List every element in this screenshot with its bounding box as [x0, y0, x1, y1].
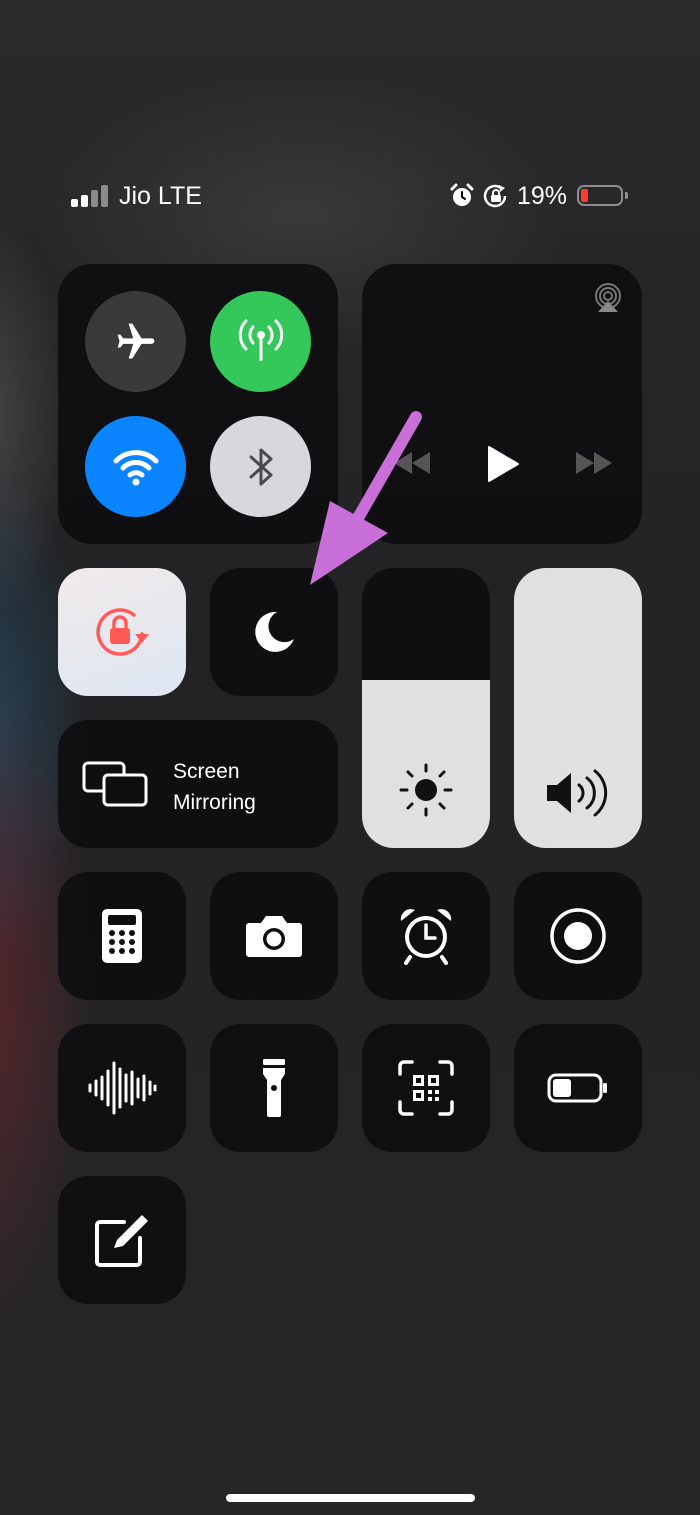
- screen-mirroring-label-line1: Screen: [173, 760, 240, 783]
- volume-slider[interactable]: [514, 568, 642, 848]
- sun-icon: [399, 763, 453, 817]
- qr-scanner-icon: [398, 1060, 454, 1116]
- orientation-lock-toggle[interactable]: [58, 568, 186, 696]
- notes-button[interactable]: [58, 1176, 186, 1304]
- voice-memos-icon: [88, 1061, 157, 1115]
- carrier-label: Jio LTE: [119, 182, 202, 210]
- screen-mirroring-label: Screen Mirroring: [173, 756, 256, 818]
- wifi-toggle[interactable]: [85, 416, 186, 517]
- wifi-icon: [113, 449, 158, 485]
- annotation-arrow: [310, 411, 422, 585]
- bluetooth-icon: [249, 448, 272, 485]
- airplay-icon[interactable]: [592, 282, 624, 314]
- camera-icon: [246, 916, 302, 957]
- alarm-clock-button[interactable]: [362, 872, 490, 1000]
- rotation-lock-icon: [483, 184, 507, 208]
- low-power-mode-button[interactable]: [514, 1024, 642, 1152]
- cellular-signal-icon: [71, 185, 111, 207]
- speaker-volume-icon: [547, 769, 608, 817]
- flashlight-icon: [263, 1059, 285, 1117]
- next-icon[interactable]: [574, 450, 614, 476]
- brightness-slider[interactable]: [362, 568, 490, 848]
- screen-recording-button[interactable]: [514, 872, 642, 1000]
- orientation-lock-icon: [96, 608, 149, 656]
- bluetooth-toggle[interactable]: [210, 416, 311, 517]
- camera-button[interactable]: [210, 872, 338, 1000]
- connectivity-module: [58, 264, 338, 544]
- voice-memos-button[interactable]: [58, 1024, 186, 1152]
- airplane-icon: [117, 323, 154, 358]
- status-bar: Jio LTE 19%: [0, 178, 700, 214]
- alarm-clock-icon: [400, 909, 452, 965]
- battery-icon: [577, 185, 628, 206]
- low-power-icon: [547, 1073, 607, 1103]
- play-icon[interactable]: [486, 445, 520, 483]
- screen-record-icon: [550, 908, 606, 964]
- screen-mirroring-label-line2: Mirroring: [173, 791, 256, 814]
- airplane-mode-toggle[interactable]: [85, 291, 186, 392]
- home-indicator[interactable]: [226, 1494, 475, 1502]
- screen-mirroring-icon: [82, 761, 148, 807]
- qr-scanner-button[interactable]: [362, 1024, 490, 1152]
- alarm-icon: [450, 183, 474, 206]
- calculator-icon: [102, 909, 142, 963]
- flashlight-button[interactable]: [210, 1024, 338, 1152]
- cellular-data-toggle[interactable]: [210, 291, 311, 392]
- calculator-button[interactable]: [58, 872, 186, 1000]
- cellular-antenna-icon: [238, 319, 283, 361]
- battery-percent: 19%: [517, 182, 568, 210]
- battery-level: [581, 189, 589, 202]
- notes-icon: [95, 1215, 148, 1267]
- moon-icon: [255, 611, 294, 652]
